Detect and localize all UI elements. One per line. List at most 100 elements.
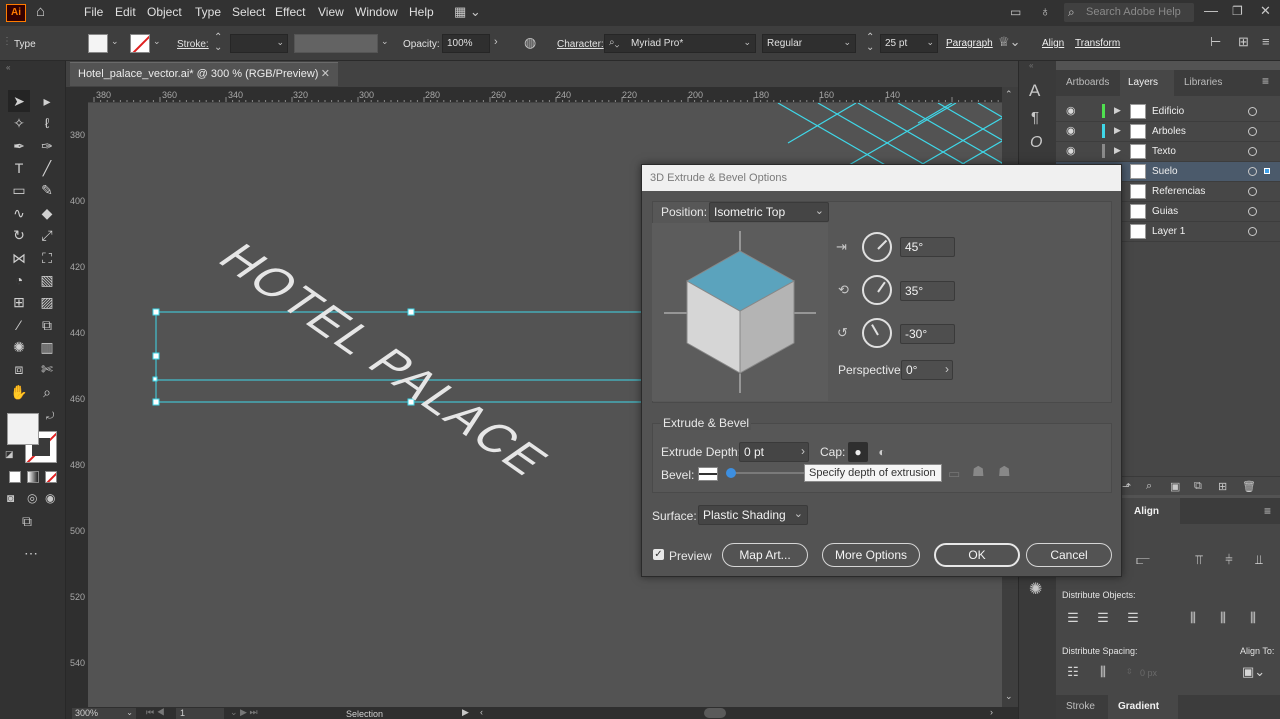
horizontal-distribute-space-icon[interactable]: ⫼ (1094, 664, 1112, 680)
draw-normal-icon[interactable]: ◙ (7, 491, 14, 505)
width-tool-icon[interactable]: ⋈ (8, 247, 30, 269)
preview-checkbox[interactable]: ✓ (653, 549, 664, 560)
z-rotation-field[interactable]: -30° (900, 324, 955, 344)
home-icon[interactable]: ⌂ (36, 3, 45, 20)
chevron-right-icon[interactable]: › (801, 444, 805, 458)
collapse-toolbar-icon[interactable]: « (6, 63, 10, 72)
slice-tool-icon[interactable]: ✄ (36, 358, 58, 380)
rotate-tool-icon[interactable]: ↻ (8, 224, 30, 246)
expand-panels-icon[interactable]: « (1029, 61, 1033, 70)
scroll-up-icon[interactable]: ⌃ (1005, 89, 1013, 100)
tab-libraries[interactable]: Libraries (1184, 77, 1222, 88)
menu-effect[interactable]: Effect (275, 5, 305, 19)
menu-window[interactable]: Window (355, 5, 398, 19)
y-axis-dial[interactable] (862, 275, 892, 305)
align-top-icon[interactable]: ⫪ (1190, 552, 1208, 568)
opentype-panel-icon[interactable]: O (1030, 134, 1042, 152)
menu-view[interactable]: View (318, 5, 344, 19)
distribute-top-icon[interactable]: ☰ (1064, 610, 1082, 626)
expand-arrow-icon[interactable]: ▶ (1114, 105, 1121, 116)
gradient-tool-icon[interactable]: ▨ (36, 291, 58, 313)
menu-object[interactable]: Object (147, 5, 182, 19)
layer-target-icon[interactable] (1248, 127, 1257, 136)
tab-layers[interactable]: Layers (1128, 77, 1158, 88)
hotel-palace-text[interactable]: HOTEL PALACE (207, 236, 562, 484)
bevel-swatch[interactable] (698, 467, 718, 481)
visibility-eye-icon[interactable]: ◉ (1066, 124, 1076, 137)
layer-target-icon[interactable] (1248, 227, 1257, 236)
paintbrush-tool-icon[interactable]: ✎ (36, 179, 58, 201)
search-layers-icon[interactable]: ⌕ (1146, 480, 1152, 493)
stroke-stepper-icon[interactable]: ⌃ ⌄ (214, 33, 222, 53)
panel-menu-icon[interactable]: ≡ (1262, 74, 1269, 88)
bevel-height-slider-track[interactable] (728, 472, 806, 474)
opacity-field[interactable]: 100% (442, 34, 490, 53)
stroke-weight-field[interactable]: ⌄ (230, 34, 288, 53)
screen-mode-icon[interactable]: ⧉ (22, 513, 32, 530)
visibility-eye-icon[interactable]: ◉ (1066, 104, 1076, 117)
stroke-dropdown-icon[interactable]: ⌄ (153, 36, 161, 47)
type-tool-icon[interactable]: T (8, 157, 30, 179)
edit-toolbar-icon[interactable]: ⋯ (24, 545, 38, 562)
position-dropdown[interactable]: Isometric Top ⌄ (709, 202, 829, 222)
dialog-titlebar[interactable]: 3D Extrude & Bevel Options (642, 165, 1121, 191)
distribute-left-icon[interactable]: ⫼ (1184, 610, 1202, 626)
menu-edit[interactable]: Edit (115, 5, 136, 19)
spacing-field[interactable]: ⇳ 0 px (1122, 666, 1182, 682)
free-transform-tool-icon[interactable]: ⛶ (36, 247, 58, 269)
tab-stroke[interactable]: Stroke (1066, 701, 1095, 712)
distribute-h-center-icon[interactable]: ⫼ (1214, 610, 1232, 626)
arrange-documents-icon[interactable]: ▭ (1010, 5, 1021, 19)
selection-tool-icon[interactable]: ➤ (8, 90, 30, 112)
restore-icon[interactable]: ❐ (1232, 4, 1243, 18)
curvature-tool-icon[interactable]: ✑ (36, 135, 58, 157)
visibility-eye-icon[interactable]: ◉ (1066, 144, 1076, 157)
rotation-cube-track[interactable] (652, 223, 828, 401)
appearance-panel-icon[interactable]: ✺ (1029, 579, 1042, 599)
paragraph-link[interactable]: Paragraph (946, 38, 993, 49)
bevel-height-slider-thumb[interactable] (726, 468, 736, 478)
surface-dropdown[interactable]: Plastic Shading ⌄ (698, 505, 808, 525)
zoom-tool-icon[interactable]: ⌕ (36, 381, 58, 403)
isolate-icon[interactable]: ⊞ (1238, 34, 1249, 50)
lasso-tool-icon[interactable]: ℓ (36, 112, 58, 134)
symbol-sprayer-tool-icon[interactable]: ✺ (8, 336, 30, 358)
character-panel-icon[interactable]: A (1029, 81, 1040, 101)
fill-swatch[interactable] (88, 34, 108, 53)
first-artboard-icon[interactable]: ⏮ ◀ (146, 707, 165, 718)
gradient-mode-icon[interactable] (27, 471, 39, 483)
close-icon[interactable]: ✕ (1260, 3, 1271, 19)
fill-color-front[interactable] (7, 413, 39, 445)
expand-arrow-icon[interactable]: ▶ (1114, 145, 1121, 156)
minimize-icon[interactable]: — (1204, 2, 1218, 18)
hand-tool-icon[interactable]: ✋ (8, 381, 30, 403)
perspective-field[interactable]: 0° › (901, 360, 953, 380)
color-mode-icon[interactable] (9, 471, 21, 483)
profile-dropdown-icon[interactable]: ⌄ (381, 36, 389, 47)
align-to-selection-icon[interactable]: ▣⌄ (1242, 664, 1265, 680)
layer-target-icon[interactable] (1248, 107, 1257, 116)
fill-dropdown-icon[interactable]: ⌄ (111, 36, 119, 47)
new-sublayer-icon[interactable]: ⧉ (1194, 480, 1202, 493)
extrude-depth-field[interactable]: 0 pt › (739, 442, 809, 462)
eyedropper-tool-icon[interactable]: ⁄ (8, 314, 30, 336)
menu-help[interactable]: Help (409, 5, 434, 19)
recolor-artwork-icon[interactable]: ◍ (524, 34, 536, 51)
layer-row-edificio[interactable]: ◉ ▶ Edificio (1056, 102, 1280, 122)
transform-link[interactable]: Transform (1075, 38, 1120, 49)
variable-width-profile[interactable] (294, 34, 378, 53)
character-label[interactable]: Character: (557, 39, 604, 50)
rotation-cube[interactable] (652, 223, 828, 401)
draw-behind-icon[interactable]: ◎ (27, 491, 37, 505)
mesh-tool-icon[interactable]: ⊞ (8, 291, 30, 313)
cancel-button[interactable]: Cancel (1026, 543, 1112, 567)
paragraph-panel-icon[interactable]: ¶ (1031, 109, 1039, 126)
live-paint-tool-icon[interactable]: ▧ (36, 269, 58, 291)
align-bottom-icon[interactable]: ⫫ (1250, 552, 1268, 568)
eraser-tool-icon[interactable]: ◆ (36, 202, 58, 224)
font-family-dropdown[interactable]: ⌕⌄ Myriad Pro* ⌄ (604, 34, 756, 53)
cap-off-icon[interactable]: ◐ (872, 442, 892, 462)
touch-type-icon[interactable]: ♕⌄ (998, 34, 1021, 50)
opacity-more-icon[interactable]: › (494, 36, 498, 48)
blend-tool-icon[interactable]: ⧉ (36, 314, 58, 336)
